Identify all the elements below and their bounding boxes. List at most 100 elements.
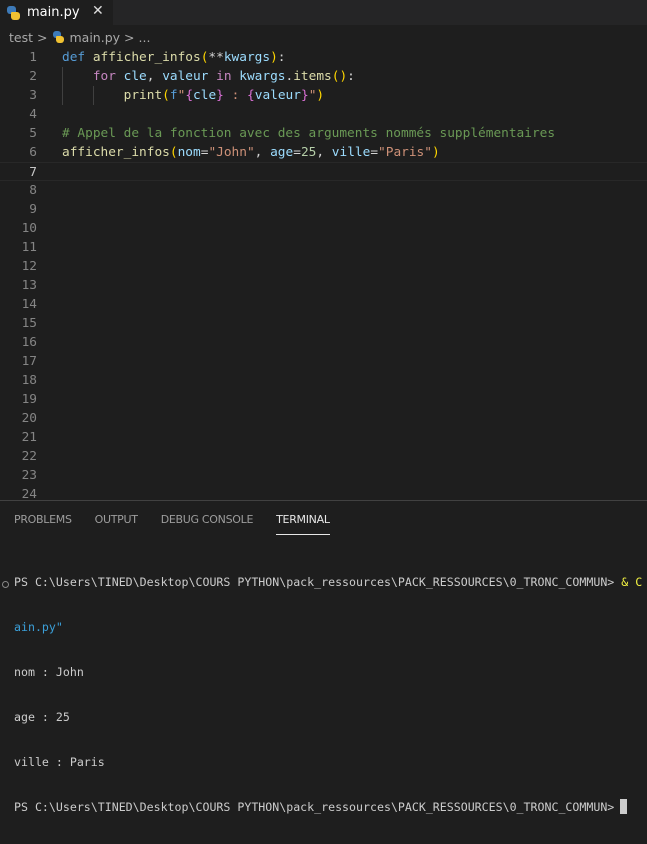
chevron-right-icon: > — [124, 29, 135, 45]
code-token: = — [293, 145, 301, 160]
code-line[interactable]: 22 — [0, 447, 647, 466]
code-token: : — [223, 88, 248, 103]
line-number: 16 — [21, 335, 37, 350]
code-line[interactable]: 15 — [0, 314, 647, 333]
line-number: 11 — [21, 240, 37, 255]
code-line[interactable]: 12 — [0, 257, 647, 276]
code-line[interactable]: 6 afficher_infos(nom="John", age=25, vill… — [0, 143, 647, 162]
code-line[interactable]: 21 — [0, 428, 647, 447]
code-token: } — [300, 88, 309, 103]
code-line[interactable]: 11 — [0, 238, 647, 257]
tab-terminal[interactable]: TERMINAL — [276, 513, 330, 535]
code-line[interactable]: 1 def afficher_infos(**kwargs): — [0, 48, 647, 67]
code-token: } — [216, 88, 224, 103]
code-token: ) — [316, 88, 325, 103]
code-line[interactable]: 3 print(f"{cle} : {valeur}") — [0, 86, 647, 105]
bottom-panel: PROBLEMS OUTPUT DEBUG CONSOLE TERMINAL P… — [0, 500, 647, 814]
code-token: ) — [270, 50, 278, 65]
terminal[interactable]: PS C:\Users\TINED\Desktop\COURS PYTHON\p… — [14, 546, 642, 844]
code-token: = — [370, 145, 379, 160]
python-icon — [52, 31, 64, 43]
code-text: # Appel de la fonction avec des argument… — [62, 124, 555, 143]
line-number: 2 — [29, 69, 37, 84]
close-icon[interactable]: ✕ — [92, 3, 104, 19]
code-line[interactable]: 7 — [0, 162, 647, 181]
code-line[interactable]: 2 for cle, valeur in kwargs.items(): — [0, 67, 647, 86]
code-line[interactable]: 5 # Appel de la fonction avec des argumen… — [0, 124, 647, 143]
code-token: ( — [169, 145, 178, 160]
code-token: valeur — [254, 88, 301, 103]
code-text: afficher_infos(nom="John", age=25, ville… — [62, 143, 440, 162]
code-text: print(f"{cle} : {valeur}") — [62, 86, 325, 105]
line-number: 9 — [29, 202, 37, 217]
terminal-output: ville : Paris — [14, 755, 105, 769]
code-token: ) — [431, 145, 440, 160]
tab-problems[interactable]: PROBLEMS — [14, 513, 72, 535]
code-token: ( — [162, 88, 170, 103]
code-line[interactable]: 16 — [0, 333, 647, 352]
code-token: "John" — [208, 145, 255, 160]
line-number: 15 — [21, 316, 37, 331]
tab-label: main.py — [27, 5, 80, 20]
terminal-prompt: PS C:\Users\TINED\Desktop\COURS PYTHON\p… — [14, 800, 615, 814]
code-token: ** — [208, 50, 224, 65]
code-token: afficher_infos — [92, 50, 201, 65]
line-number: 10 — [21, 221, 37, 236]
code-token: , — [146, 69, 163, 84]
breadcrumb-folder[interactable]: test — [9, 30, 33, 45]
code-line[interactable]: 10 — [0, 219, 647, 238]
code-token: : — [347, 69, 355, 84]
tab-main-py[interactable]: main.py ✕ — [0, 0, 113, 25]
chevron-right-icon: > — [37, 29, 48, 45]
code-line[interactable]: 20 — [0, 409, 647, 428]
code-token: valeur — [162, 69, 217, 84]
code-token: ville — [331, 145, 371, 160]
code-token: age — [270, 145, 294, 160]
terminal-output: nom : John — [14, 665, 84, 679]
code-editor[interactable]: 1 def afficher_infos(**kwargs): 2 for cle,… — [0, 48, 647, 502]
line-number: 8 — [29, 183, 37, 198]
code-token: nom — [177, 145, 201, 160]
tab-output[interactable]: OUTPUT — [95, 513, 138, 535]
line-number: 18 — [21, 373, 37, 388]
python-icon — [6, 5, 20, 20]
code-line[interactable]: 4 — [0, 105, 647, 124]
line-number: 13 — [21, 278, 37, 293]
code-line[interactable]: 9 — [0, 200, 647, 219]
tab-bar: main.py ✕ — [0, 0, 647, 25]
code-token: , — [254, 145, 271, 160]
code-token: items — [293, 69, 332, 84]
code-token: : — [277, 50, 286, 65]
code-line[interactable]: 8 — [0, 181, 647, 200]
code-line[interactable]: 17 — [0, 352, 647, 371]
code-text: for cle, valeur in kwargs.items(): — [62, 67, 355, 86]
code-token: kwargs — [239, 69, 286, 84]
breadcrumb-file[interactable]: main.py — [70, 30, 121, 45]
code-text: def afficher_infos(**kwargs): — [62, 48, 286, 67]
code-token: print — [62, 88, 163, 103]
terminal-command: & C — [621, 575, 643, 589]
command-decoration-icon[interactable] — [2, 581, 9, 588]
code-token: def — [62, 50, 93, 65]
line-number: 20 — [21, 411, 37, 426]
breadcrumb-more[interactable]: ... — [139, 30, 151, 45]
code-token: cle — [193, 88, 217, 103]
code-line[interactable]: 19 — [0, 390, 647, 409]
tab-debug-console[interactable]: DEBUG CONSOLE — [161, 513, 254, 535]
code-token: f — [169, 88, 178, 103]
line-number: 5 — [29, 126, 37, 141]
line-number: 6 — [29, 145, 37, 160]
code-token: "Paris" — [378, 145, 432, 160]
line-number: 21 — [21, 430, 37, 445]
line-number: 3 — [29, 88, 37, 103]
code-line[interactable]: 23 — [0, 466, 647, 485]
terminal-command-cont: ain.py" — [14, 620, 63, 634]
code-line[interactable]: 13 — [0, 276, 647, 295]
code-line[interactable]: 14 — [0, 295, 647, 314]
code-token: , — [316, 145, 332, 160]
terminal-prompt: PS C:\Users\TINED\Desktop\COURS PYTHON\p… — [14, 575, 622, 589]
code-line[interactable]: 18 — [0, 371, 647, 390]
code-token: () — [331, 69, 348, 84]
breadcrumb: test > main.py > ... — [9, 29, 150, 45]
code-token: afficher_infos — [62, 145, 170, 160]
